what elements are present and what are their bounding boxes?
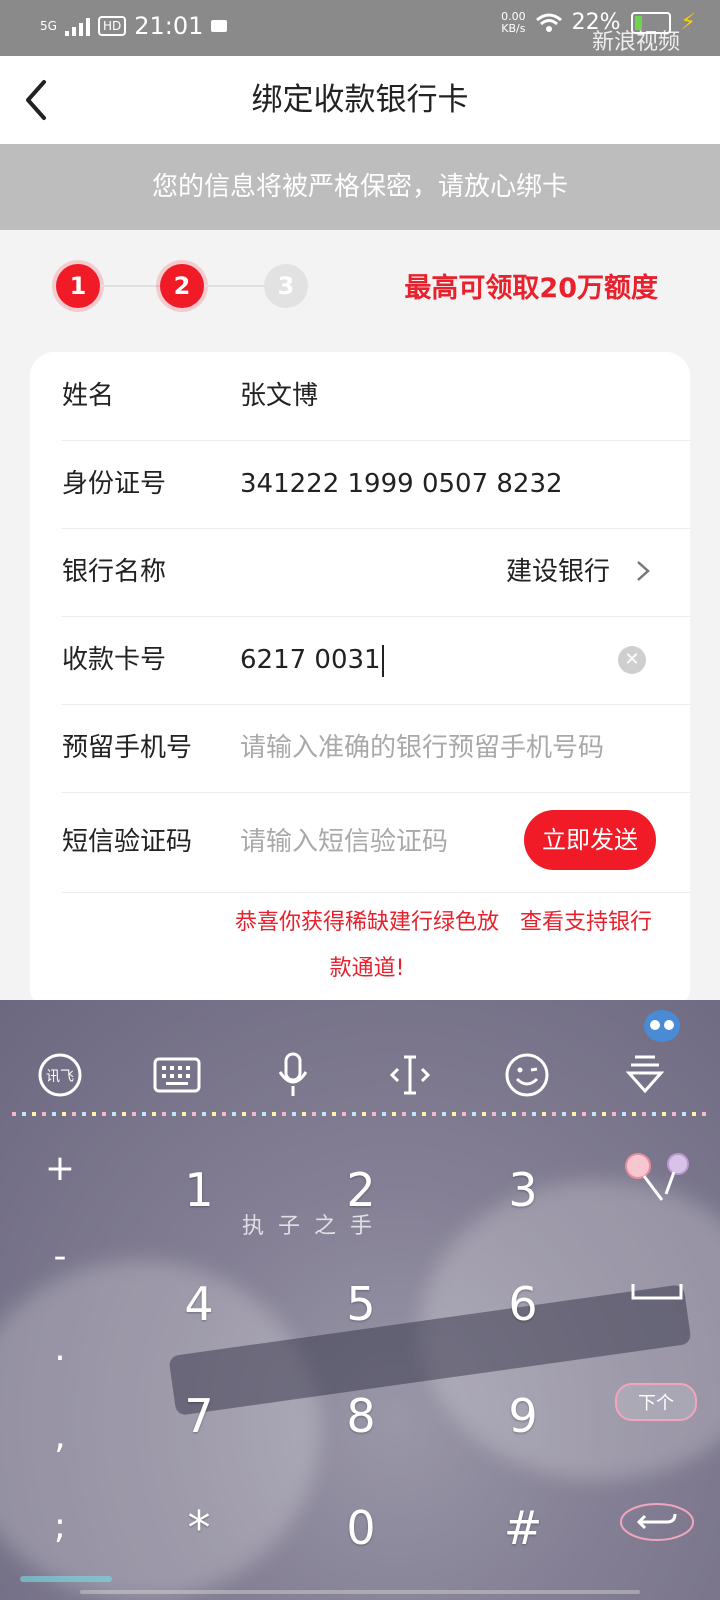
step-2: 2 xyxy=(160,264,204,308)
key-8[interactable]: 8 xyxy=(311,1376,411,1456)
net-speed: 0.00 KB/s xyxy=(501,9,526,35)
id-number-row: 身份证号 341222 1999 0507 8232 xyxy=(62,440,690,529)
step-connector xyxy=(100,285,160,287)
status-time: 21:01 xyxy=(134,12,204,40)
key-5[interactable]: 5 xyxy=(311,1264,411,1344)
video-record-icon xyxy=(211,20,228,32)
mascot-icon[interactable] xyxy=(644,1010,680,1042)
collapse-keyboard-icon[interactable] xyxy=(620,1052,670,1098)
dot-key[interactable]: . xyxy=(30,1328,90,1369)
sms-row: 短信验证码 请输入短信验证码 立即发送 xyxy=(62,792,690,893)
cursor-move-icon[interactable] xyxy=(385,1052,435,1098)
step-connector xyxy=(204,285,264,287)
numeric-keyboard: 讯飞 执子之手 + - . , ; 1 2 3 4 5 6 7 8 9 * 0 … xyxy=(0,1000,720,1600)
phone-row: 预留手机号 请输入准确的银行预留手机号码 xyxy=(62,704,690,793)
key-2[interactable]: 2 xyxy=(311,1150,411,1230)
nav-bar: 绑定收款银行卡 xyxy=(0,56,720,144)
decorative-bar xyxy=(20,1576,112,1582)
bind-card-form: 姓名 张文博 身份证号 341222 1999 0507 8232 银行名称 建… xyxy=(30,352,690,1012)
keyboard-toolbar: 讯飞 xyxy=(0,1044,720,1106)
id-number-label: 身份证号 xyxy=(62,469,167,499)
xunfei-logo-icon[interactable]: 讯飞 xyxy=(35,1052,85,1098)
hd-badge: HD xyxy=(97,16,127,36)
charging-icon: ⚡ xyxy=(680,10,696,35)
svg-text:讯飞: 讯飞 xyxy=(46,1069,74,1085)
backspace-icon[interactable] xyxy=(612,1492,702,1552)
key-0[interactable]: 0 xyxy=(311,1488,411,1568)
semicolon-key[interactable]: ; xyxy=(30,1506,90,1547)
status-bar: 5G HD 21:01 新浪视频 0.00 KB/s 22% ⚡ xyxy=(0,0,720,56)
phone-input[interactable]: 请输入准确的银行预留手机号码 xyxy=(240,704,604,792)
step-1: 1 xyxy=(56,264,100,308)
plus-key[interactable]: + xyxy=(30,1148,90,1189)
decorative-dots xyxy=(12,1112,708,1116)
chevron-right-icon xyxy=(637,561,650,581)
signal-icon xyxy=(64,16,90,36)
next-key[interactable]: 下个 xyxy=(608,1372,704,1432)
id-number-field[interactable]: 341222 1999 0507 8232 xyxy=(240,440,563,528)
sms-label: 短信验证码 xyxy=(62,827,193,857)
key-7[interactable]: 7 xyxy=(149,1376,249,1456)
card-number-row: 收款卡号 6217 0031 ✕ xyxy=(62,616,690,705)
name-row: 姓名 张文博 xyxy=(62,352,690,441)
phone-label: 预留手机号 xyxy=(62,733,193,763)
step-indicator: 1 2 3 xyxy=(56,264,308,308)
name-label: 姓名 xyxy=(62,381,115,411)
key-6[interactable]: 6 xyxy=(473,1264,573,1344)
microphone-icon[interactable] xyxy=(268,1052,318,1098)
sms-code-input[interactable]: 请输入短信验证码 xyxy=(240,792,448,892)
network-type: 5G xyxy=(40,19,57,33)
step-3: 3 xyxy=(264,264,308,308)
card-number-value: 6217 0031 xyxy=(240,645,381,675)
battery-percent: 22% xyxy=(571,10,621,35)
lollipop-icon xyxy=(612,1148,702,1208)
key-hash[interactable]: # xyxy=(473,1488,573,1568)
bank-select[interactable]: 建设银行 xyxy=(506,528,610,616)
key-1[interactable]: 1 xyxy=(149,1150,249,1230)
bank-row[interactable]: 银行名称 建设银行 xyxy=(62,528,690,617)
card-number-label: 收款卡号 xyxy=(62,645,167,675)
name-field[interactable]: 张文博 xyxy=(240,352,318,440)
wifi-icon xyxy=(535,13,562,32)
bank-label: 银行名称 xyxy=(62,557,167,587)
battery-icon xyxy=(630,11,671,34)
page-title: 绑定收款银行卡 xyxy=(251,82,469,118)
clear-icon[interactable]: ✕ xyxy=(618,646,646,674)
supported-banks-link[interactable]: 查看支持银行 xyxy=(520,904,652,936)
minus-key[interactable]: - xyxy=(30,1236,90,1277)
key-9[interactable]: 9 xyxy=(473,1376,573,1456)
privacy-notice: 您的信息将被严格保密，请放心绑卡 xyxy=(0,144,720,230)
emoji-icon[interactable] xyxy=(502,1052,552,1098)
green-channel-message: 恭喜你获得稀缺建行绿色放款通道! xyxy=(234,910,499,981)
text-cursor xyxy=(381,644,384,677)
promo-text: 最高可领取20万额度 xyxy=(404,273,658,304)
key-star[interactable]: * xyxy=(149,1488,249,1568)
send-code-button[interactable]: 立即发送 xyxy=(524,810,656,870)
system-nav-bar xyxy=(80,1590,640,1594)
space-key[interactable] xyxy=(612,1262,702,1322)
key-3[interactable]: 3 xyxy=(473,1150,573,1230)
comma-key[interactable]: , xyxy=(30,1416,90,1457)
card-number-input[interactable]: 6217 0031 xyxy=(240,616,384,704)
key-4[interactable]: 4 xyxy=(149,1264,249,1344)
keyboard-icon[interactable] xyxy=(152,1052,202,1098)
svg-text:下个: 下个 xyxy=(638,1393,674,1414)
